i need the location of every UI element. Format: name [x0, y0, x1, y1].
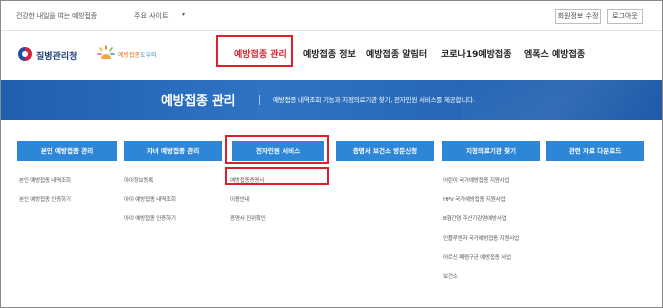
- sub-hepatitis-b-program[interactable]: B형간염 주산기감염예방사업: [443, 214, 507, 222]
- sub-self-history[interactable]: 본인 예방접종 내역조회: [19, 176, 71, 184]
- sub-influenza-program[interactable]: 인플루엔자 국가예방접종 지원사업: [443, 234, 519, 242]
- helper-logo-text-a: 예방접종: [118, 52, 141, 59]
- nav-mpox-vaccination[interactable]: 엠폭스 예방접종: [524, 47, 585, 60]
- helper-logo-text-b: 도우미: [140, 52, 157, 59]
- utility-bar: 건강한 내일을 여는 예방접종 주요 사이트 ▾ 회원정보 수정 로그아웃: [1, 1, 662, 31]
- banner-divider: [259, 95, 260, 105]
- chevron-down-icon[interactable]: ▾: [182, 11, 185, 18]
- menu-designated-clinic[interactable]: 지정의료기관 찾기: [442, 141, 540, 161]
- sub-pneumococcal-program[interactable]: 어르신 폐렴구균 예방접종 사업: [443, 253, 511, 261]
- sub-usage-guide[interactable]: 이용안내: [230, 195, 250, 203]
- banner-decoration: [462, 80, 662, 120]
- sub-certificate-verify[interactable]: 증명서 진위확인: [230, 214, 266, 222]
- sub-child-national-program[interactable]: 어린이 국가예방접종 지원사업: [443, 176, 509, 184]
- sun-icon: [97, 45, 115, 59]
- helper-logo-text: 예방접종도우미: [118, 50, 157, 59]
- major-sites-dropdown[interactable]: 주요 사이트: [134, 11, 168, 21]
- sub-child-history[interactable]: 아이 예방접종 내역조회: [124, 195, 176, 203]
- menu-self-vaccination[interactable]: 본인 예방접종 관리: [17, 141, 117, 161]
- kdca-logo[interactable]: 질병관리청: [18, 46, 84, 64]
- highlight-box-nav: [216, 35, 293, 67]
- logout-button[interactable]: 로그아웃: [607, 9, 643, 24]
- sub-hpv-program[interactable]: HPV 국가예방접종 지원사업: [443, 195, 506, 203]
- highlight-box-certificate: [225, 167, 329, 185]
- edit-profile-button[interactable]: 회원정보 수정: [555, 9, 601, 24]
- nav-vaccination-info[interactable]: 예방접종 정보: [303, 47, 356, 60]
- banner-description: 예방접종 내역조회 기능과 지정의료기관 찾기, 전자민원 서비스를 제공합니다…: [273, 96, 475, 104]
- site-header: 질병관리청 예방접종도우미 예방접종 관리 예방접종 정보 예방접종 알림터 코…: [1, 31, 662, 80]
- sub-child-certify[interactable]: 아이 예방접종 인증하기: [124, 214, 176, 222]
- sub-health-center[interactable]: 보건소: [443, 272, 458, 280]
- highlight-box-civil-service: [225, 135, 329, 164]
- sub-self-certify[interactable]: 본인 예방접종 인증하기: [19, 195, 71, 203]
- menu-child-vaccination[interactable]: 자녀 예방접종 관리: [124, 141, 222, 161]
- site-slogan: 건강한 내일을 여는 예방접종: [16, 12, 97, 20]
- sub-child-register[interactable]: 아이정보등록: [124, 176, 153, 184]
- kdca-logo-text: 질병관리청: [36, 52, 78, 62]
- nav-vaccination-notice[interactable]: 예방접종 알림터: [366, 47, 427, 60]
- menu-download[interactable]: 관련 자료 다운로드: [546, 141, 644, 161]
- menu-certificate-visit[interactable]: 증명서 보건소 방문신청: [336, 141, 434, 161]
- banner-title: 예방접종 관리: [161, 94, 236, 109]
- nav-covid19-vaccination[interactable]: 코로나19예방접종: [441, 47, 512, 60]
- section-banner: 예방접종 관리 예방접종 내역조회 기능과 지정의료기관 찾기, 전자민원 서비…: [1, 80, 662, 120]
- kdca-emblem-icon: [18, 47, 32, 61]
- vaccination-helper-logo[interactable]: 예방접종도우미: [97, 44, 163, 64]
